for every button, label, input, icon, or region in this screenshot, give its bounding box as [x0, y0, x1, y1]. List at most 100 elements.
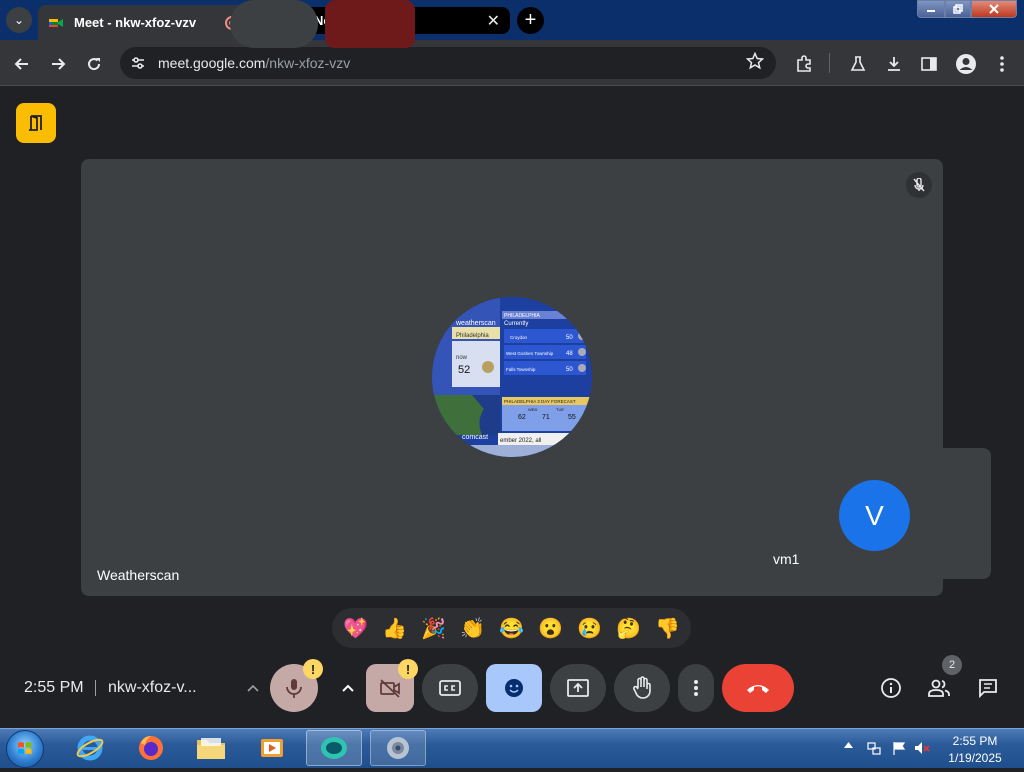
forecast-hi-3: 55	[568, 414, 576, 421]
info-icon	[881, 678, 901, 698]
weather-now-temp: 52	[458, 364, 470, 376]
captions-button[interactable]	[422, 664, 478, 712]
taskbar-media-player[interactable]	[244, 730, 300, 766]
url-host: meet.google.com	[158, 55, 266, 71]
forecast-day-2: WED	[528, 407, 537, 412]
reaction-thumbs-down-icon[interactable]: 👎	[652, 612, 684, 644]
reaction-thumbs-up-icon[interactable]: 👍	[379, 612, 411, 644]
send-reaction-button[interactable]	[486, 664, 542, 712]
weatherscan-avatar: Philadelphia weatherscan now 52 PHILADEL…	[432, 297, 592, 457]
speaker-icon	[387, 737, 409, 759]
address-bar[interactable]: meet.google.com/nkw-xfoz-vzv	[120, 47, 776, 79]
audio-options-button[interactable]	[240, 676, 266, 700]
forecast-hi-1: 62	[518, 414, 526, 421]
window-close-button[interactable]	[971, 0, 1017, 18]
reaction-laughing-icon[interactable]: 😂	[496, 612, 528, 644]
mic-control-group	[230, 0, 318, 48]
media-player-icon	[261, 739, 283, 757]
close-tab-icon[interactable]: ✕	[487, 11, 500, 31]
toolbar-divider	[829, 53, 830, 73]
participant-count-badge: 2	[942, 655, 962, 675]
reload-button[interactable]	[80, 50, 108, 78]
weather-now-label: now	[456, 355, 468, 361]
more-options-button[interactable]	[678, 664, 714, 712]
meeting-clock: 2:55 PM	[24, 679, 84, 696]
taskbar-clock-time[interactable]: 2:55 PM	[940, 734, 1010, 748]
weather-city: Philadelphia	[456, 333, 489, 339]
weather-header: PHILADELPHIA	[504, 313, 541, 319]
mic-off-icon	[906, 172, 932, 198]
action-center-flag-icon[interactable]	[891, 740, 907, 756]
weather-currently: Currently	[504, 321, 528, 327]
reaction-party-popper-icon[interactable]: 🎉	[418, 612, 450, 644]
meeting-details-button[interactable]	[16, 103, 56, 143]
site-settings-icon[interactable]	[130, 55, 150, 71]
window-minimize-button[interactable]	[917, 0, 945, 18]
reaction-sparkling-heart-icon[interactable]: 💖	[340, 612, 372, 644]
present-to-all-icon	[567, 679, 589, 697]
side-panel-icon	[921, 57, 937, 71]
weather-ticker: ember 2022, all	[500, 438, 541, 444]
network-tray-icon[interactable]	[866, 740, 882, 756]
reaction-surprised-icon[interactable]: 😮	[535, 612, 567, 644]
taskbar-firefox[interactable]	[123, 730, 179, 766]
restore-icon	[953, 4, 963, 14]
chat-button[interactable]	[970, 670, 1006, 706]
raise-hand-icon	[633, 676, 651, 699]
taskbar-active-app[interactable]	[306, 730, 362, 766]
reaction-thinking-icon[interactable]: 🤔	[613, 612, 645, 644]
close-icon	[989, 4, 999, 14]
side-panel-button[interactable]	[915, 50, 943, 78]
reload-icon	[88, 58, 101, 71]
weather-loc-3: Falls Township	[506, 367, 536, 372]
show-hidden-icons-button[interactable]	[844, 740, 853, 750]
puzzle-icon	[797, 55, 811, 72]
camera-warning-icon: !	[398, 659, 418, 679]
meeting-code: nkw-xfoz-v...	[108, 679, 197, 696]
forecast-day-3: TUE	[556, 407, 564, 412]
taskbar-sound-app[interactable]	[370, 730, 426, 766]
weather-loc-2-temp: 48	[566, 351, 573, 357]
present-screen-button[interactable]	[550, 664, 606, 712]
chrome-menu-button[interactable]	[988, 50, 1016, 78]
bookmark-star-icon[interactable]	[746, 52, 764, 70]
url-path: /nkw-xfoz-vzv	[265, 55, 351, 71]
extensions-button[interactable]	[790, 50, 818, 78]
bottom-bar-divider	[95, 680, 96, 696]
vertical-dots-icon	[694, 680, 698, 696]
downloads-button[interactable]	[880, 50, 908, 78]
profile-button[interactable]	[952, 50, 980, 78]
weather-forecast-header: PHILADELPHIA 3 DAY FORECAST	[504, 399, 576, 404]
people-button[interactable]	[921, 670, 957, 706]
leave-call-button[interactable]	[722, 664, 794, 712]
taskbar-internet-explorer[interactable]	[62, 730, 118, 766]
reaction-crying-icon[interactable]: 😢	[574, 612, 606, 644]
tab-search-button[interactable]: ⌄	[6, 7, 32, 33]
arrow-left-icon	[14, 58, 28, 70]
volume-muted-icon[interactable]	[914, 740, 930, 756]
back-button[interactable]	[8, 50, 36, 78]
google-meet-favicon	[49, 18, 63, 27]
start-button[interactable]	[6, 730, 44, 768]
minimize-icon	[927, 10, 935, 12]
reactions-bar: 💖 👍 🎉 👏 😂 😮 😢 🤔 👎	[332, 608, 691, 648]
video-options-button[interactable]	[335, 676, 361, 700]
chevron-down-icon: ⌄	[13, 13, 25, 27]
vertical-dots-icon	[1000, 56, 1004, 72]
chevron-up-icon	[247, 684, 259, 692]
weather-loc-2: West Goshen Township	[506, 351, 554, 356]
window-restore-button[interactable]	[945, 0, 971, 18]
self-participant-name: vm1	[773, 551, 800, 567]
forward-button[interactable]	[44, 50, 72, 78]
weather-loc-3-temp: 50	[566, 367, 573, 373]
meeting-info-button[interactable]	[873, 670, 909, 706]
flask-icon	[850, 56, 866, 71]
taskbar-clock-date[interactable]: 1/19/2025	[940, 751, 1010, 765]
taskbar-file-explorer[interactable]	[183, 730, 239, 766]
reaction-clapping-icon[interactable]: 👏	[457, 612, 489, 644]
emoji-icon	[505, 679, 523, 697]
raise-hand-button[interactable]	[614, 664, 670, 712]
microphone-warning-icon: !	[303, 659, 323, 679]
new-tab-button[interactable]: +	[517, 7, 544, 34]
chrome-labs-button[interactable]	[844, 50, 872, 78]
